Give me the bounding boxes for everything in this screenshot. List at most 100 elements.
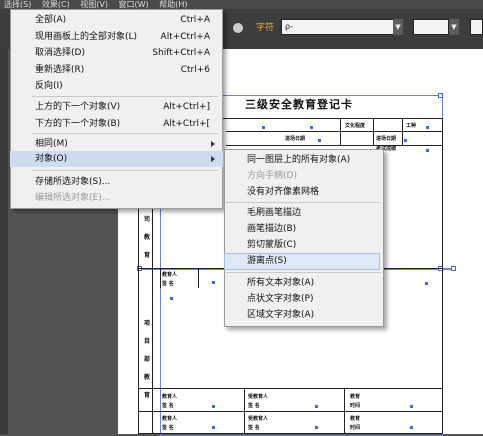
anchor-point[interactable] (410, 426, 413, 429)
character-label[interactable]: 字符 (256, 20, 274, 33)
menu-item-next-object-above[interactable]: 上方的下一个对象(V) Alt+Ctrl+] (35, 99, 210, 115)
cell-trainee[interactable]: 受教育人 (248, 415, 268, 422)
menu-effect[interactable]: 效果(C) (38, 0, 74, 9)
table-line (160, 268, 161, 288)
anchor-point[interactable] (426, 149, 429, 152)
globe-icon[interactable] (233, 23, 243, 33)
submenu-item-area-type-objects[interactable]: 区域文字对象(A) (247, 307, 314, 323)
anchor-point[interactable] (425, 282, 428, 285)
table-line (226, 145, 443, 146)
submenu-item-point-type-objects[interactable]: 点状文字对象(P) (247, 291, 313, 307)
font-search-input[interactable]: ρ- (281, 19, 403, 35)
font-size-stepper[interactable] (470, 19, 483, 35)
menu-help[interactable]: 帮助(H) (155, 0, 191, 9)
menu-item-same[interactable]: 相同(M) (35, 136, 215, 152)
submenu-item-direction-handles: 方向手柄(D) (247, 171, 297, 181)
font-style-field[interactable] (413, 19, 449, 35)
side-char[interactable]: 育 (144, 250, 150, 259)
anchor-point[interactable] (262, 126, 265, 129)
cell-trainee[interactable]: 受教育人 (248, 393, 268, 400)
menu-item-shortcut: Alt+Ctrl+[ (163, 119, 210, 129)
menu-item-shortcut: Ctrl+A (180, 15, 210, 25)
side-char[interactable]: 教 (144, 232, 150, 241)
cell-signature[interactable]: 签 名 (248, 424, 260, 431)
table-line (226, 131, 443, 132)
side-char[interactable]: 目 (144, 336, 150, 345)
menu-item-shortcut: Alt+Ctrl+A (160, 32, 210, 42)
anchor-point[interactable] (410, 405, 413, 408)
menu-window[interactable]: 窗口(W) (115, 0, 153, 9)
menu-item-reselect[interactable]: 重新选择(R) Ctrl+6 (35, 62, 210, 78)
menu-select[interactable]: 选择(S) (0, 0, 35, 9)
submenu-item-not-pixel-aligned[interactable]: 没有对齐像素网格 (247, 184, 319, 200)
cell-signature[interactable]: 签 名 (248, 402, 260, 409)
menu-item-label: 相同(M) (35, 139, 68, 149)
menu-item-inverse[interactable]: 反向(I) (35, 78, 210, 94)
anchor-point[interactable] (315, 405, 318, 408)
side-char[interactable]: 部 (144, 354, 150, 363)
menubar: 选择(S) 效果(C) 视图(V) 窗口(W) 帮助(H) (0, 0, 483, 9)
anchor-point[interactable] (212, 281, 215, 284)
submenu-item-brush-strokes[interactable]: 画笔描边(B) (247, 221, 296, 237)
submenu-item-clipping-mask[interactable]: 剪切蒙版(C) (247, 237, 296, 253)
menu-separator (32, 170, 218, 171)
table-line (373, 118, 374, 145)
cell-signature[interactable]: 签 名 (162, 402, 174, 409)
menu-item-select-all[interactable]: 全部(A) Ctrl+A (35, 12, 210, 28)
side-char[interactable]: 教 (144, 372, 150, 381)
cell-signature[interactable]: 签 名 (162, 424, 174, 431)
menu-item-select-all-artboard[interactable]: 现用画板上的全部对象(L) Alt+Ctrl+A (35, 29, 210, 45)
cell-educator[interactable]: 教育人 (162, 415, 177, 422)
side-char[interactable]: 司 (144, 214, 150, 223)
cell-educator[interactable]: 教育人 (162, 393, 177, 400)
font-dropdown-arrow-icon[interactable]: ▼ (393, 19, 403, 35)
table-line (244, 388, 245, 434)
menu-item-label: 全部(A) (35, 15, 67, 25)
cell-entry-date-2[interactable]: 进场日期 (376, 135, 396, 142)
side-char[interactable]: 育 (144, 390, 150, 399)
cell-education[interactable]: 教育 (350, 415, 360, 422)
menu-item-save-selection[interactable]: 存储所选对象(S)... (35, 174, 210, 190)
selection-handle[interactable] (438, 93, 443, 98)
tools-panel-edge (0, 49, 8, 434)
cell-signature[interactable]: 签 名 (162, 280, 174, 287)
anchor-point[interactable] (212, 405, 215, 408)
menu-item-label: 取消选择(D) (35, 48, 85, 58)
menu-item-label: 对象(O) (35, 154, 68, 164)
menu-item-shortcut: Shift+Ctrl+A (152, 48, 210, 58)
menu-item-label: 上方的下一个对象(V) (35, 102, 121, 112)
submenu-item-all-text-objects[interactable]: 所有文本对象(A) (247, 275, 314, 291)
menu-view[interactable]: 视图(V) (76, 0, 112, 9)
anchor-point[interactable] (315, 426, 318, 429)
menu-separator (32, 96, 218, 97)
anchor-point[interactable] (170, 297, 173, 300)
table-line (402, 118, 403, 145)
cell-education-level[interactable]: 文化程度 (345, 122, 365, 129)
anchor-point[interactable] (310, 126, 313, 129)
menu-item-next-object-below[interactable]: 下方的下一个对象(B) Alt+Ctrl+[ (35, 116, 210, 132)
submenu-item-stray-points[interactable]: 游离点(S) (247, 253, 287, 269)
cell-job-type[interactable]: 工种 (406, 122, 416, 129)
selection-handle[interactable] (451, 266, 456, 271)
side-char[interactable]: 项 (144, 318, 150, 327)
submenu-item-same-layer[interactable]: 同一图层上的所有对象(A) (247, 152, 350, 168)
cell-time[interactable]: 时间 (350, 424, 360, 431)
cell-entry-date[interactable]: 进场日期 (285, 135, 305, 142)
anchor-point[interactable] (212, 426, 215, 429)
cell-education[interactable]: 教育 (350, 393, 360, 400)
anchor-point[interactable] (426, 126, 429, 129)
menu-separator (226, 202, 381, 203)
menu-item-deselect[interactable]: 取消选择(D) Shift+Ctrl+A (35, 45, 210, 61)
table-line (198, 268, 199, 288)
anchor-point[interactable] (318, 139, 321, 142)
submenu-item-bristle-brush[interactable]: 毛刷画笔描边 (247, 205, 301, 221)
cell-educator[interactable]: 教育人 (162, 271, 177, 278)
font-style-dropdown-arrow-icon[interactable]: ▼ (449, 19, 459, 35)
cell-time[interactable]: 时间 (350, 402, 360, 409)
menu-item-object[interactable]: 对象(O) (35, 151, 215, 167)
table-line (138, 388, 443, 389)
table-line (138, 411, 443, 412)
table-line (340, 118, 341, 145)
anchor-point[interactable] (404, 139, 407, 142)
table-line (344, 388, 345, 434)
